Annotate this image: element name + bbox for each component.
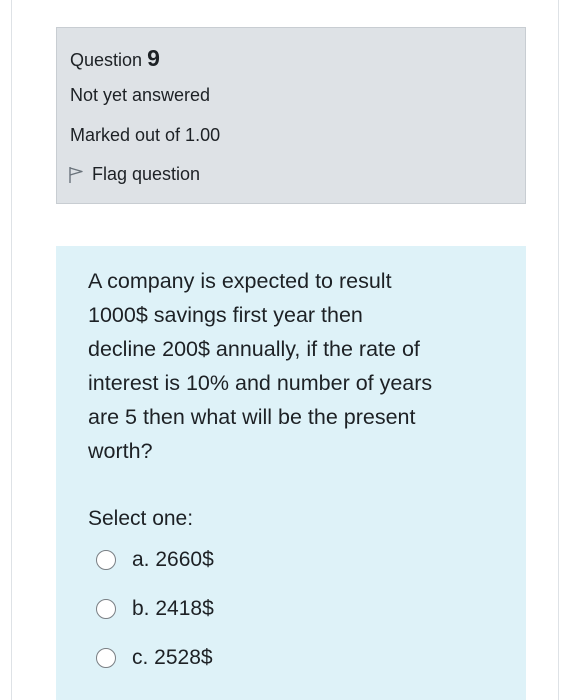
question-content-panel: A company is expected to result 1000$ sa… <box>56 246 526 700</box>
flag-question-label: Flag question <box>92 164 201 184</box>
question-grade: Marked out of 1.00 <box>70 125 221 145</box>
answer-option-label: b. 2418$ <box>132 597 214 620</box>
flag-icon <box>69 166 83 183</box>
question-info-panel: Question 9 Not yet answered Marked out o… <box>56 27 526 204</box>
radio-button-b[interactable] <box>96 599 116 619</box>
question-text-line: worth? <box>88 439 153 463</box>
radio-button-a[interactable] <box>96 550 116 570</box>
answer-option-b[interactable]: b. 2418$ <box>96 597 214 621</box>
question-text-line: 1000$ savings first year then <box>88 303 363 327</box>
select-one-prompt: Select one: <box>88 507 194 530</box>
question-text-line: A company is expected to result <box>88 269 392 293</box>
answer-option-c[interactable]: c. 2528$ <box>96 646 213 670</box>
flag-question-link[interactable]: Flag question <box>68 164 200 185</box>
answer-option-label: a. 2660$ <box>132 548 214 571</box>
question-text-line: interest is 10% and number of years <box>88 371 433 395</box>
question-text-line: are 5 then what will be the present <box>88 405 416 429</box>
page-border-right <box>558 0 559 700</box>
question-text-line: decline 200$ annually, if the rate of <box>88 337 420 361</box>
question-label: Question <box>70 50 143 70</box>
question-state: Not yet answered <box>70 85 211 105</box>
answer-option-a[interactable]: a. 2660$ <box>96 548 214 572</box>
answer-option-label: c. 2528$ <box>132 646 213 669</box>
radio-button-c[interactable] <box>96 648 116 668</box>
question-text: A company is expected to result 1000$ sa… <box>88 264 508 468</box>
page-border-left <box>11 0 12 700</box>
question-number: 9 <box>147 45 160 71</box>
question-title: Question 9 <box>70 45 160 72</box>
